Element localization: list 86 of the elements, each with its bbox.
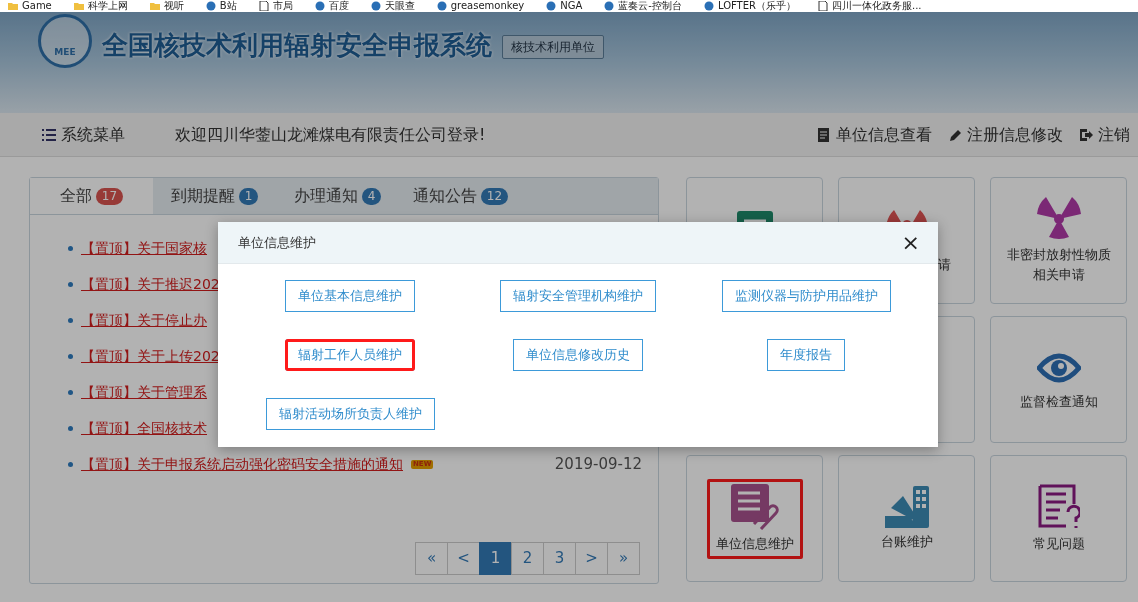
page-button[interactable]: 2: [511, 542, 544, 575]
notice-link[interactable]: 【置顶】关于国家核: [81, 237, 207, 259]
nav-link[interactable]: 注销: [1079, 122, 1130, 147]
tile-label: 单位信息维护: [715, 534, 794, 553]
shortcut-tile[interactable]: 监督检查通知: [990, 316, 1127, 443]
notice-link[interactable]: 【置顶】关于管理系: [81, 381, 207, 403]
notice-link[interactable]: 【置顶】全国核技术: [81, 417, 207, 439]
bullet-dot: [68, 281, 73, 287]
bookmark[interactable]: 市局: [258, 0, 293, 12]
globe-icon: [703, 1, 714, 11]
menu-button[interactable]: 单位信息修改历史: [513, 339, 643, 371]
bookmark[interactable]: 百度: [314, 0, 349, 12]
count-badge: 17: [95, 187, 124, 205]
tab[interactable]: 通知公告 12: [399, 178, 522, 214]
notice-date: 2019-09-12: [554, 453, 642, 475]
bookmark[interactable]: Game: [8, 0, 52, 12]
bookmark[interactable]: 天眼查: [370, 0, 415, 12]
tab[interactable]: 到期提醒 1: [153, 178, 276, 214]
globe-icon: [370, 1, 381, 11]
pencil-icon: [948, 127, 962, 142]
notice-link[interactable]: 【置顶】关于停止办: [81, 309, 207, 331]
menu-link[interactable]: 系统菜单: [42, 122, 125, 147]
modal-title: 单位信息维护: [238, 233, 316, 252]
menu-button[interactable]: 监测仪器与防护用品维护: [721, 280, 891, 312]
bookmark[interactable]: greasemonkey: [436, 0, 525, 12]
bookmark[interactable]: NGA: [546, 0, 583, 12]
count-badge: 12: [480, 187, 509, 205]
exit-icon: [1079, 127, 1093, 142]
tile-label: 非密封放射性物质相关申请: [1006, 245, 1111, 284]
menu-button[interactable]: 辐射活动场所负责人维护: [265, 398, 435, 430]
globe-icon: [314, 1, 325, 11]
close-button[interactable]: ×: [901, 231, 920, 254]
bullet-dot: [68, 389, 73, 395]
document-question-icon: [1037, 483, 1080, 530]
tab[interactable]: 办理通知 4: [276, 178, 399, 214]
system-title: 全国核技术利用辐射安全申报系统: [102, 29, 492, 62]
globe-icon: [546, 1, 557, 11]
bullet-dot: [68, 245, 73, 251]
count-badge: 1: [238, 187, 259, 205]
tile-label: 常见问题: [1032, 534, 1085, 553]
tile-label: 台账维护: [880, 532, 933, 551]
welcome-text: 欢迎四川华蓥山龙滩煤电有限责任公司登录!: [175, 123, 486, 146]
bookmark[interactable]: 视听: [149, 0, 184, 12]
bookmark[interactable]: 科学上网: [73, 0, 128, 12]
notice-link[interactable]: 【置顶】关于推迟202: [81, 273, 220, 295]
page-icon: [258, 1, 269, 11]
globe-icon: [205, 1, 216, 11]
menu-button[interactable]: 辐射安全管理机构维护: [500, 280, 656, 312]
shortcut-tile[interactable]: 单位信息维护: [686, 455, 823, 582]
bookmark[interactable]: B站: [205, 0, 237, 12]
page-button[interactable]: >: [575, 542, 608, 575]
tab[interactable]: 全部 17: [30, 178, 153, 214]
menu-button[interactable]: 单位基本信息维护: [285, 280, 415, 312]
nav-link[interactable]: 注册信息修改: [948, 122, 1063, 147]
globe-icon: [604, 1, 615, 11]
notice-link[interactable]: 【置顶】关于申报系统启动强化密码安全措施的通知: [81, 453, 403, 475]
bullet-dot: [68, 353, 73, 359]
page-button[interactable]: «: [415, 542, 448, 575]
bookmark[interactable]: LOFTER（乐乎）: [703, 0, 796, 12]
notice-link[interactable]: 【置顶】关于上传202: [81, 345, 220, 367]
page-button[interactable]: 1: [479, 542, 512, 575]
document-clip-icon: [730, 483, 779, 530]
menu-button[interactable]: 辐射工作人员维护: [285, 339, 415, 371]
ledger-icon: [884, 485, 929, 528]
page-icon: [818, 1, 828, 11]
list-icon: [42, 128, 56, 141]
bookmark[interactable]: 蓝奏云-控制台: [604, 0, 682, 12]
count-badge: 4: [361, 187, 382, 205]
menu-button[interactable]: 年度报告: [767, 339, 845, 371]
bullet-dot: [68, 461, 73, 467]
page-button[interactable]: 3: [543, 542, 576, 575]
bookmark[interactable]: 四川一体化政务服...: [818, 0, 922, 12]
role-badge: 核技术利用单位: [502, 35, 604, 59]
document-icon: [817, 127, 831, 142]
globe-icon: [436, 1, 447, 11]
shortcut-tile[interactable]: 台账维护: [838, 455, 975, 582]
shortcut-tile[interactable]: 非密封放射性物质相关申请: [990, 177, 1127, 304]
page-button[interactable]: <: [447, 542, 480, 575]
bullet-dot: [68, 317, 73, 323]
tile-label: 监督检查通知: [1019, 392, 1098, 411]
page-button[interactable]: »: [607, 542, 640, 575]
bullet-dot: [68, 425, 73, 431]
tile-label: 请: [938, 256, 951, 274]
shortcut-tile[interactable]: 常见问题: [990, 455, 1127, 582]
radiation-icon: [1036, 196, 1081, 241]
nav-link[interactable]: 单位信息查看: [817, 122, 932, 147]
